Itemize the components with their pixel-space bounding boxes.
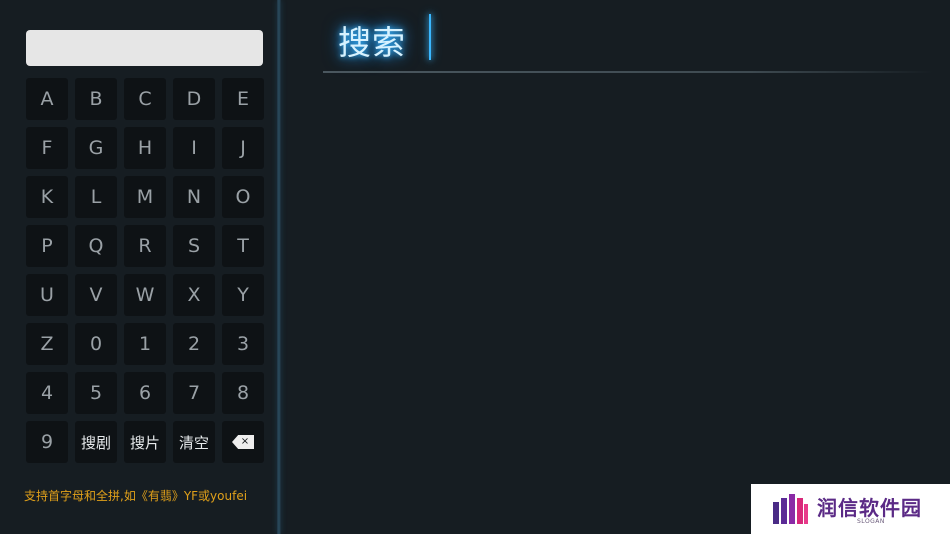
key-q[interactable]: Q <box>75 225 117 267</box>
title-cursor-bar <box>429 14 431 60</box>
key-6[interactable]: 6 <box>124 372 166 414</box>
backspace-button[interactable]: × <box>222 421 264 463</box>
key-s[interactable]: S <box>173 225 215 267</box>
key-o[interactable]: O <box>222 176 264 218</box>
key-0[interactable]: 0 <box>75 323 117 365</box>
key-w[interactable]: W <box>124 274 166 316</box>
key-4[interactable]: 4 <box>26 372 68 414</box>
key-2[interactable]: 2 <box>173 323 215 365</box>
key-3[interactable]: 3 <box>222 323 264 365</box>
key-u[interactable]: U <box>26 274 68 316</box>
key-9[interactable]: 9 <box>26 421 68 463</box>
key-x[interactable]: X <box>173 274 215 316</box>
key-1[interactable]: 1 <box>124 323 166 365</box>
key-g[interactable]: G <box>75 127 117 169</box>
panel-divider <box>277 0 281 534</box>
watermark-slogan: SLOGAN <box>857 518 885 525</box>
page-title: 搜索 <box>338 23 406 62</box>
key-r[interactable]: R <box>124 225 166 267</box>
key-7[interactable]: 7 <box>173 372 215 414</box>
key-i[interactable]: I <box>173 127 215 169</box>
key-m[interactable]: M <box>124 176 166 218</box>
search-results-list <box>323 80 933 470</box>
key-e[interactable]: E <box>222 78 264 120</box>
clear-button[interactable]: 清空 <box>173 421 215 463</box>
key-p[interactable]: P <box>26 225 68 267</box>
search-input[interactable] <box>26 30 263 66</box>
key-y[interactable]: Y <box>222 274 264 316</box>
key-a[interactable]: A <box>26 78 68 120</box>
watermark: 润信软件园 SLOGAN <box>751 484 950 534</box>
key-8[interactable]: 8 <box>222 372 264 414</box>
key-k[interactable]: K <box>26 176 68 218</box>
key-b[interactable]: B <box>75 78 117 120</box>
backspace-icon: × <box>232 435 254 449</box>
title-underline <box>323 71 933 73</box>
backspace-x-glyph: × <box>240 436 250 447</box>
key-h[interactable]: H <box>124 127 166 169</box>
key-f[interactable]: F <box>26 127 68 169</box>
search-screen: A B C D E F G H I J K L M N O P Q R S T … <box>0 0 950 534</box>
search-drama-button[interactable]: 搜剧 <box>75 421 117 463</box>
key-5[interactable]: 5 <box>75 372 117 414</box>
on-screen-keyboard: A B C D E F G H I J K L M N O P Q R S T … <box>26 78 264 463</box>
watermark-logo-icon <box>773 494 808 524</box>
watermark-text: 润信软件园 <box>817 496 922 520</box>
key-v[interactable]: V <box>75 274 117 316</box>
key-n[interactable]: N <box>173 176 215 218</box>
key-d[interactable]: D <box>173 78 215 120</box>
search-movie-button[interactable]: 搜片 <box>124 421 166 463</box>
key-t[interactable]: T <box>222 225 264 267</box>
keyboard-panel: A B C D E F G H I J K L M N O P Q R S T … <box>0 0 278 534</box>
key-z[interactable]: Z <box>26 323 68 365</box>
search-hint-text: 支持首字母和全拼,如《有翡》YF或youfei <box>24 489 248 503</box>
key-j[interactable]: J <box>222 127 264 169</box>
key-c[interactable]: C <box>124 78 166 120</box>
key-l[interactable]: L <box>75 176 117 218</box>
